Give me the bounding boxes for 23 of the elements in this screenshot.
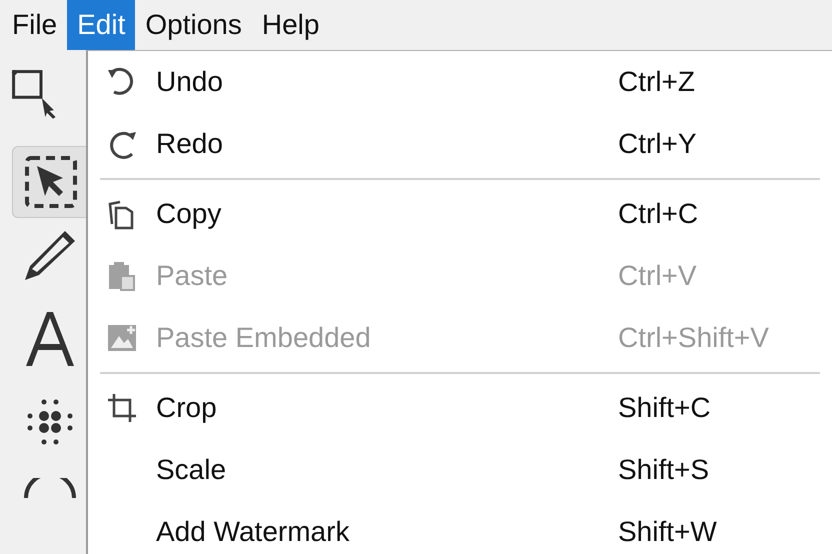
- clipboard-icon: [106, 260, 138, 292]
- crop-icon: [106, 392, 138, 424]
- menu-bar-item[interactable]: Edit: [67, 0, 136, 50]
- menu-item[interactable]: Copy Ctrl+C: [88, 183, 832, 245]
- select-tool-icon: [23, 154, 79, 210]
- menu-bar-item[interactable]: File: [2, 0, 68, 50]
- shortcut-label: Ctrl+Y: [618, 127, 697, 161]
- circle-tool-icon: [22, 478, 78, 498]
- shortcut-label: Ctrl+C: [618, 197, 698, 231]
- menu-item[interactable]: Scale Shift+S: [88, 439, 832, 501]
- menu-bar-item[interactable]: Options: [135, 0, 252, 50]
- menu-bar-item[interactable]: Help: [252, 0, 330, 50]
- shortcut-label: Shift+S: [618, 453, 710, 487]
- shortcut-label: Ctrl+Shift+V: [618, 321, 769, 355]
- shortcut-label: Ctrl+Z: [618, 65, 695, 99]
- menu-item[interactable]: Add Watermark Shift+W: [88, 501, 832, 554]
- shortcut-label: Shift+W: [618, 515, 717, 549]
- menu-item[interactable]: Redo Ctrl+Y: [88, 113, 832, 175]
- shortcut-label: Shift+C: [618, 391, 711, 425]
- menu-item[interactable]: Crop Shift+C: [88, 377, 832, 439]
- shortcut-label: Ctrl+V: [618, 259, 697, 293]
- menu-item[interactable]: Undo Ctrl+Z: [88, 51, 832, 113]
- image-plus-icon: [106, 322, 138, 354]
